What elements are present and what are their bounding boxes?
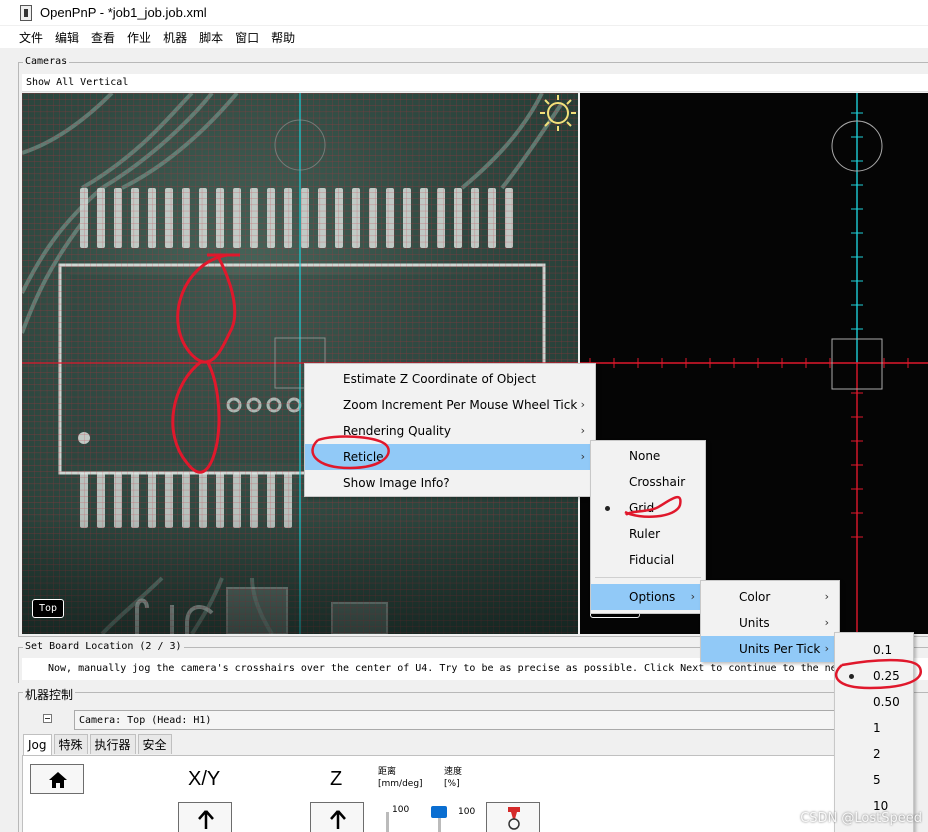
top-camera-tag: Top	[32, 599, 65, 618]
menu-item-estimate-z[interactable]: Estimate Z Coordinate of Object	[305, 366, 595, 392]
menu-window[interactable]: 窗口	[230, 29, 264, 46]
z-label: Z	[330, 768, 343, 790]
tab-actuators[interactable]: 执行器	[89, 734, 136, 754]
reticle-submenu: None Crosshair Grid Ruler Fiducial Optio…	[590, 440, 706, 614]
speed-value: 100	[458, 807, 476, 817]
tab-safety[interactable]: 安全	[137, 734, 172, 754]
options-units[interactable]: Units ›	[701, 610, 839, 636]
machine-control-tabs: Jog 特殊 执行器 安全	[23, 734, 174, 756]
xy-label: X/Y	[188, 768, 221, 790]
reticle-option-fiducial[interactable]: Fiducial	[591, 547, 705, 573]
jog-tab-body	[22, 755, 852, 832]
nozzle-icon	[508, 807, 520, 830]
menu-machine[interactable]: 机器	[158, 29, 192, 46]
jog-z-plus-button[interactable]	[310, 802, 364, 832]
speed-slider-thumb[interactable]	[431, 806, 447, 818]
title-bar: OpenPnP - *job1_job.job.xml	[0, 0, 928, 25]
units-per-tick-submenu: 0.1 0.25 0.50 1 2 5 10	[834, 632, 914, 832]
chevron-right-icon: ›	[580, 450, 585, 463]
arrow-up-icon	[198, 810, 214, 829]
menu-help[interactable]: 帮助	[266, 29, 300, 46]
tick-option-1[interactable]: 1	[835, 715, 913, 741]
menu-scripts[interactable]: 脚本	[194, 29, 228, 46]
machine-control-title: 机器控制	[23, 686, 76, 703]
nozzle-button[interactable]	[486, 802, 540, 832]
home-button[interactable]	[30, 764, 84, 794]
tick-option-2[interactable]: 2	[835, 741, 913, 767]
reticle-options[interactable]: Options ›	[591, 584, 705, 610]
menu-job[interactable]: 作业	[122, 29, 156, 46]
reticle-options-submenu: Color › Units › Units Per Tick ›	[700, 580, 840, 662]
tick-option-0-25[interactable]: 0.25	[835, 663, 913, 689]
selected-dot-icon	[849, 674, 854, 679]
menu-view[interactable]: 查看	[86, 29, 120, 46]
camera-layout-selector[interactable]: Show All Vertical	[22, 74, 928, 92]
chevron-right-icon: ›	[824, 590, 829, 603]
window-title: OpenPnP - *job1_job.job.xml	[40, 5, 207, 20]
openpnp-app-icon	[18, 4, 34, 21]
options-units-per-tick[interactable]: Units Per Tick ›	[701, 636, 839, 662]
chevron-right-icon: ›	[824, 642, 829, 655]
menu-bar: 文件 编辑 查看 作业 机器 脚本 窗口 帮助	[0, 26, 928, 48]
menu-item-reticle[interactable]: Reticle ›	[305, 444, 595, 470]
menu-item-show-image-info[interactable]: Show Image Info?	[305, 470, 595, 496]
selected-dot-icon	[605, 506, 610, 511]
distance-slider-track[interactable]	[386, 812, 389, 832]
tab-jog[interactable]: Jog	[23, 734, 52, 756]
chevron-right-icon: ›	[580, 398, 585, 411]
cameras-panel-title: Cameras	[23, 56, 70, 67]
board-location-title: Set Board Location (2 / 3)	[23, 641, 184, 652]
jog-y-plus-button[interactable]	[178, 802, 232, 832]
arrow-up-icon	[330, 810, 346, 829]
menu-edit[interactable]: 编辑	[50, 29, 84, 46]
menu-item-zoom-increment[interactable]: Zoom Increment Per Mouse Wheel Tick ›	[305, 392, 595, 418]
camera-context-menu: Estimate Z Coordinate of Object Zoom Inc…	[304, 363, 596, 497]
distance-label: 距离 [mm/deg]	[378, 767, 423, 789]
chevron-right-icon: ›	[690, 590, 695, 603]
distance-value: 100	[392, 805, 410, 815]
reticle-option-none[interactable]: None	[591, 443, 705, 469]
menu-item-rendering-quality[interactable]: Rendering Quality ›	[305, 418, 595, 444]
chevron-right-icon: ›	[824, 616, 829, 629]
reticle-option-ruler[interactable]: Ruler	[591, 521, 705, 547]
tick-option-5[interactable]: 5	[835, 767, 913, 793]
chevron-right-icon: ›	[580, 424, 585, 437]
reticle-option-grid[interactable]: Grid	[591, 495, 705, 521]
options-color[interactable]: Color ›	[701, 584, 839, 610]
tick-option-0-50[interactable]: 0.50	[835, 689, 913, 715]
speed-label: 速度 [%]	[444, 767, 463, 789]
collapse-icon[interactable]	[43, 714, 52, 723]
menu-file[interactable]: 文件	[14, 29, 48, 46]
home-icon	[49, 772, 67, 788]
reticle-option-crosshair[interactable]: Crosshair	[591, 469, 705, 495]
watermark: CSDN @LostSpeed	[800, 811, 922, 826]
tab-special[interactable]: 特殊	[53, 734, 88, 754]
tick-option-0-1[interactable]: 0.1	[835, 637, 913, 663]
camera-selector[interactable]: Camera: Top (Head: H1)	[74, 710, 854, 730]
